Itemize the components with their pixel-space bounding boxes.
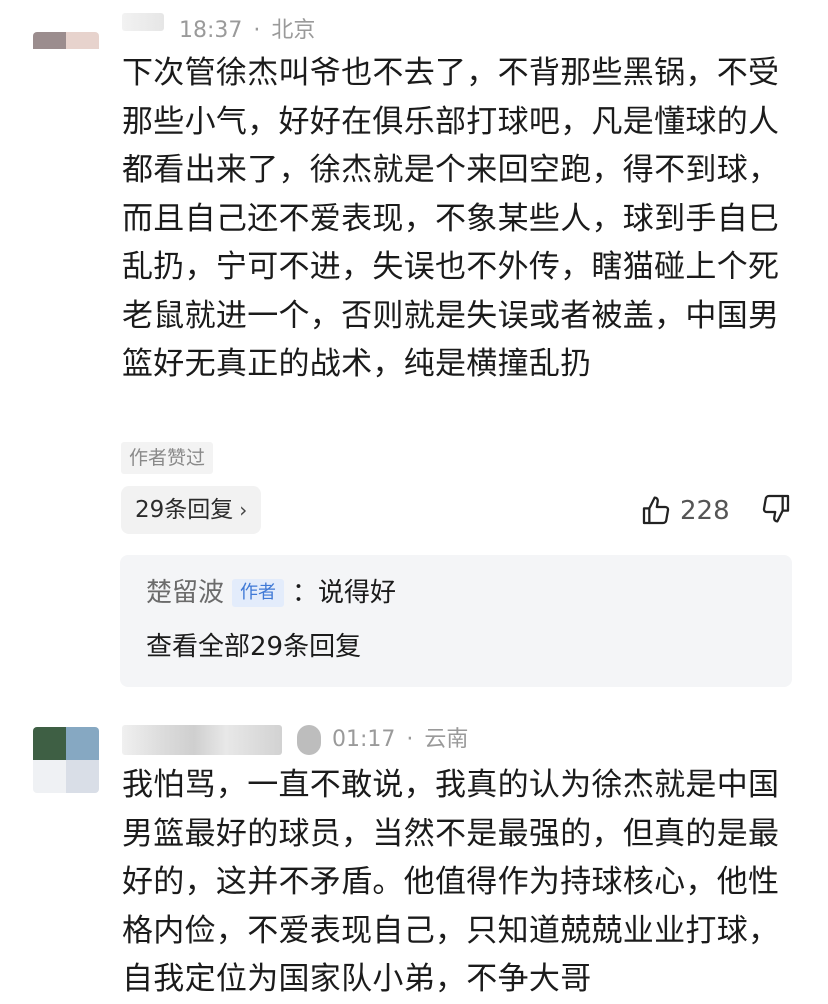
- comment-meta: 01:17 · 云南: [122, 723, 468, 757]
- like-button[interactable]: 228: [640, 490, 730, 532]
- replies-button[interactable]: 29条回复 ›: [121, 486, 262, 534]
- comment-item: 18:37 · 北京 下次管徐杰叫爷也不去了，不背那些黑锅，不受那些小气，好好在…: [0, 0, 828, 700]
- chevron-right-icon: ›: [239, 498, 248, 522]
- comment-meta: 18:37 · 北京: [122, 13, 315, 47]
- author-badge: 作者: [232, 579, 285, 607]
- like-count: 228: [680, 496, 730, 526]
- author-liked-tag: 作者赞过: [121, 442, 214, 474]
- reply-preview[interactable]: 楚留波 作者 ：说得好 查看全部29条回复: [120, 555, 792, 687]
- username-blurred-tail: [297, 725, 321, 755]
- comment-time: 01:17: [332, 727, 396, 752]
- comment-location: 北京: [271, 18, 316, 43]
- thumbs-down-icon: [762, 494, 790, 523]
- username-blurred[interactable]: [122, 725, 282, 755]
- dislike-button[interactable]: [760, 492, 792, 528]
- separator: ·: [406, 727, 414, 752]
- replies-label: 29条回复: [135, 497, 234, 523]
- separator: ·: [253, 18, 261, 43]
- comment-content: 下次管徐杰叫爷也不去了，不背那些黑锅，不受那些小气，好好在俱乐部打球吧，凡是懂球…: [122, 55, 780, 382]
- reply-text: ：说得好: [292, 578, 397, 608]
- username-blurred[interactable]: [122, 13, 164, 31]
- comment-time: 18:37: [179, 18, 243, 43]
- comment-location: 云南: [424, 727, 469, 752]
- avatar[interactable]: [33, 32, 99, 66]
- reply-preview-line: 楚留波 作者 ：说得好: [146, 573, 396, 613]
- comment-item: 01:17 · 云南 我怕骂，一直不敢说，我真的认为徐杰就是中国男篮最好的球员，…: [0, 700, 828, 1001]
- thumbs-up-icon: [642, 496, 670, 525]
- comment-content: 我怕骂，一直不敢说，我真的认为徐杰就是中国男篮最好的球员，当然不是最强的，但真的…: [122, 767, 780, 997]
- avatar[interactable]: [33, 727, 99, 793]
- view-all-replies-link[interactable]: 查看全部29条回复: [146, 627, 361, 667]
- reply-author[interactable]: 楚留波: [146, 578, 224, 608]
